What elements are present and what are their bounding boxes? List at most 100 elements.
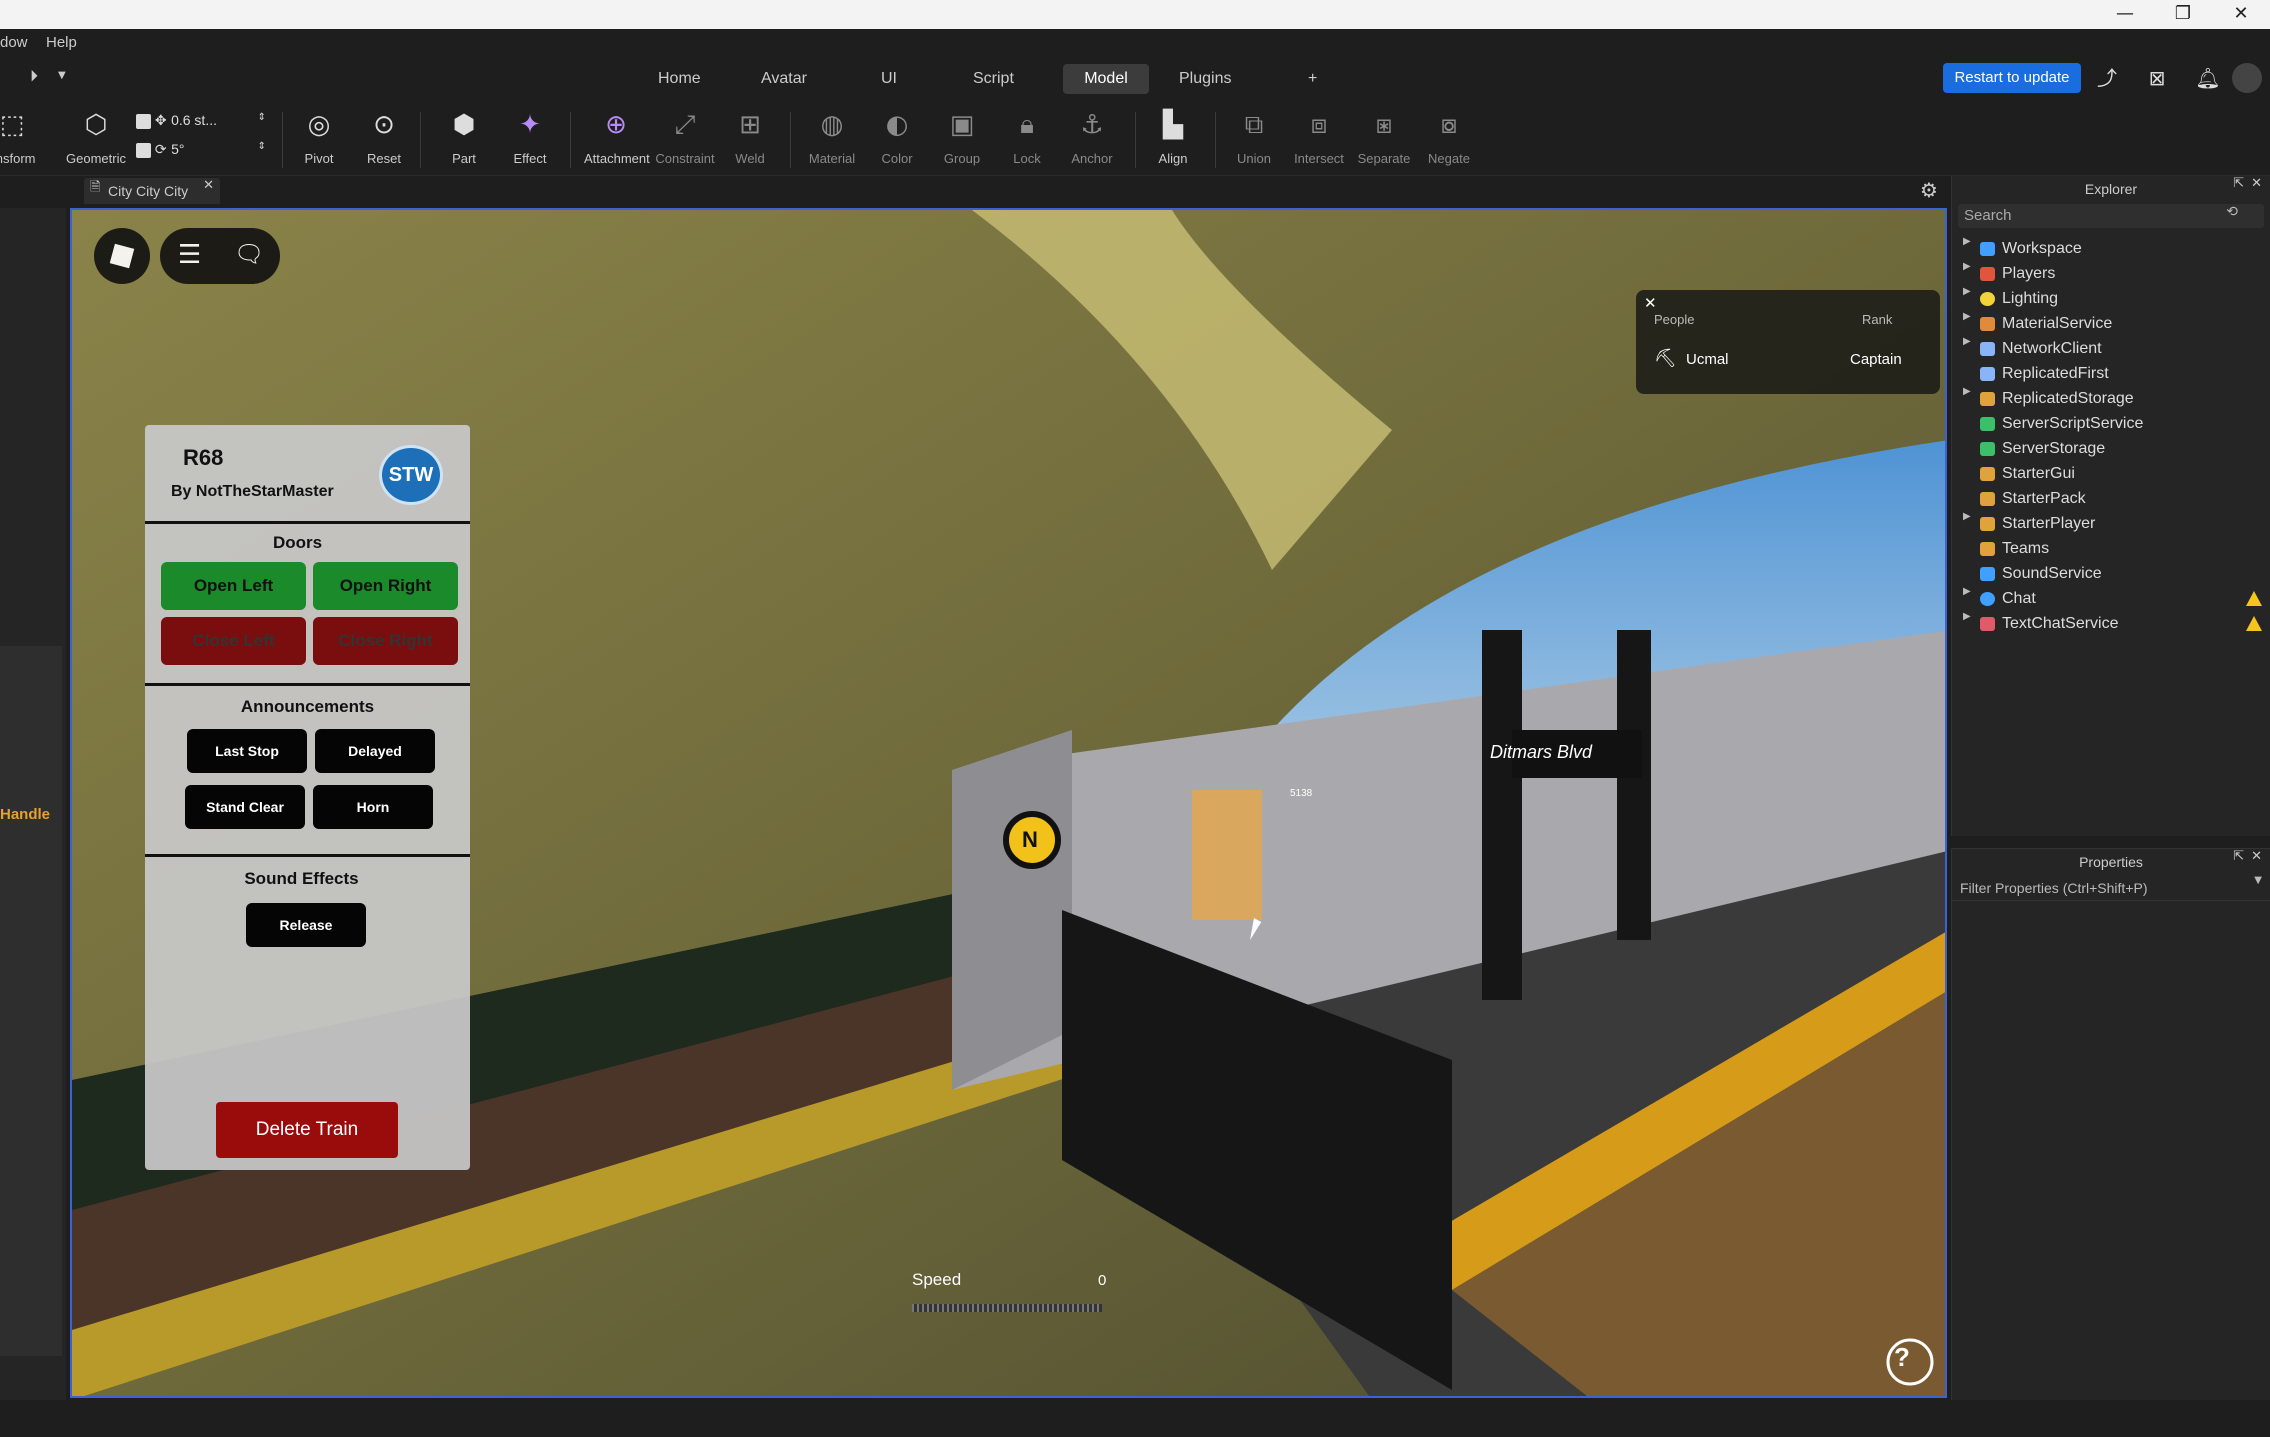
- tab-avatar[interactable]: Avatar: [747, 64, 821, 94]
- document-icon: 🗎︎: [90, 180, 101, 195]
- close-right-button[interactable]: Close Right: [313, 617, 458, 665]
- tab-script[interactable]: Script: [959, 64, 1028, 94]
- part-tool[interactable]: ⬢ Part: [432, 108, 496, 166]
- tab-model[interactable]: Model: [1063, 64, 1149, 94]
- tree-item-starterpack[interactable]: StarterPack: [1952, 486, 2270, 511]
- material-tool[interactable]: ◍ Material: [800, 108, 864, 166]
- last-stop-button[interactable]: Last Stop: [187, 729, 307, 773]
- tree-item-players[interactable]: ▶ Players: [1952, 261, 2270, 286]
- close-left-button[interactable]: Close Left: [161, 617, 306, 665]
- separate-tool[interactable]: ⧆ Separate: [1352, 108, 1416, 166]
- tree-item-teams[interactable]: Teams: [1952, 536, 2270, 561]
- close-icon[interactable]: ✕: [2251, 176, 2262, 191]
- tree-item-soundservice[interactable]: SoundService: [1952, 561, 2270, 586]
- anchor-tool[interactable]: ⚓︎ Anchor: [1060, 108, 1124, 166]
- open-left-button[interactable]: Open Left: [161, 562, 306, 610]
- tree-item-workspace[interactable]: ▶ Workspace: [1952, 236, 2270, 261]
- expand-icon[interactable]: ▶: [1963, 511, 1971, 522]
- tree-item-lighting[interactable]: ▶ Lighting: [1952, 286, 2270, 311]
- delete-train-button[interactable]: Delete Train: [216, 1102, 398, 1158]
- color-tool[interactable]: ◐ Color: [865, 108, 929, 166]
- document-tab[interactable]: 🗎︎ City City City ✕: [84, 178, 220, 204]
- transform-tool[interactable]: ⬚ansform: [0, 108, 44, 166]
- share-icon[interactable]: ⤴: [2092, 63, 2122, 93]
- maximize-icon[interactable]: ❐: [2154, 0, 2212, 29]
- leaderboard-player-name[interactable]: Ucmal: [1686, 351, 1729, 368]
- tree-item-replicatedstorage[interactable]: ▶ ReplicatedStorage: [1952, 386, 2270, 411]
- expand-icon[interactable]: ▶: [1963, 386, 1971, 397]
- open-right-button[interactable]: Open Right: [313, 562, 458, 610]
- stepper-icon[interactable]: ⇕: [258, 141, 266, 152]
- tree-item-textchatservice[interactable]: ▶ TextChatService: [1952, 611, 2270, 636]
- restart-to-update-button[interactable]: Restart to update: [1943, 63, 2081, 93]
- tree-item-chat[interactable]: ▶ Chat: [1952, 586, 2270, 611]
- close-tab-icon[interactable]: ✕: [203, 178, 214, 193]
- tab-ui[interactable]: UI: [867, 64, 911, 94]
- history-icon[interactable]: ⟲: [2226, 204, 2238, 220]
- tree-item-replicatedfirst[interactable]: ReplicatedFirst: [1952, 361, 2270, 386]
- delayed-button[interactable]: Delayed: [315, 729, 435, 773]
- pivot-tool[interactable]: ◎ Pivot: [287, 108, 351, 166]
- explorer-search-input[interactable]: Search ⟲ ···: [1958, 204, 2264, 228]
- expand-icon[interactable]: ▶: [1963, 261, 1971, 272]
- announcements-title: Announcements: [240, 697, 375, 716]
- hamburger-icon[interactable]: ☰: [178, 240, 201, 270]
- chevron-down-icon[interactable]: ▼: [2254, 875, 2262, 886]
- tree-item-startergui[interactable]: StarterGui: [1952, 461, 2270, 486]
- rotate-step-checkbox[interactable]: [136, 142, 151, 158]
- expand-icon[interactable]: ▶: [1963, 311, 1971, 322]
- stand-clear-button[interactable]: Stand Clear: [185, 785, 305, 829]
- help-icon[interactable]: ?: [1894, 1342, 1910, 1373]
- tree-item-starterplayer[interactable]: ▶ StarterPlayer: [1952, 511, 2270, 536]
- networkclient-icon: [1980, 342, 1995, 356]
- tab-plugins[interactable]: Plugins: [1165, 64, 1245, 94]
- properties-filter-input[interactable]: Filter Properties (Ctrl+Shift+P) ▼: [1952, 875, 2270, 901]
- tree-item-serverstorage[interactable]: ServerStorage: [1952, 436, 2270, 461]
- move-step-checkbox[interactable]: [136, 113, 151, 129]
- menu-window[interactable]: dow: [0, 34, 28, 51]
- release-button[interactable]: Release: [246, 903, 366, 947]
- reset-tool[interactable]: ⊙ Reset: [352, 108, 416, 166]
- expand-icon[interactable]: ▶: [1963, 336, 1971, 347]
- geometric-tool[interactable]: ⬡ Geometric: [64, 108, 128, 166]
- status-bar: [0, 1400, 2270, 1437]
- expand-icon[interactable]: ▶: [1963, 236, 1971, 247]
- align-tool[interactable]: ▙ Align: [1141, 108, 1205, 166]
- tab-home[interactable]: Home: [644, 64, 715, 94]
- tree-item-materialservice[interactable]: ▶ MaterialService: [1952, 311, 2270, 336]
- rotate-step-field[interactable]: ⟳ 5° ⇕: [136, 141, 266, 163]
- play-dropdown-icon[interactable]: ▼: [58, 70, 66, 81]
- negate-tool[interactable]: ⧇ Negate: [1417, 108, 1481, 166]
- avatar[interactable]: [2232, 63, 2262, 93]
- menu-help[interactable]: Help: [46, 34, 77, 51]
- constraint-tool[interactable]: ⤢ Constraint: [653, 108, 717, 166]
- close-leaderboard-icon[interactable]: ✕: [1644, 294, 1657, 312]
- roblox-menu-button[interactable]: [94, 228, 150, 284]
- undock-icon[interactable]: ⇱: [2233, 176, 2244, 191]
- minimize-icon[interactable]: —: [2096, 0, 2154, 29]
- tree-item-serverscriptservice[interactable]: ServerScriptService: [1952, 411, 2270, 436]
- undock-icon[interactable]: ⇱: [2233, 849, 2244, 864]
- lock-tool[interactable]: 🔒︎ Lock: [995, 108, 1059, 166]
- attachment-tool[interactable]: ⊕ Attachment: [584, 108, 650, 166]
- collaborate-icon[interactable]: ⊠: [2142, 63, 2172, 93]
- chat-icon[interactable]: 🗨︎: [234, 240, 264, 268]
- stepper-icon[interactable]: ⇕: [258, 112, 266, 123]
- intersect-tool[interactable]: ⧈ Intersect: [1287, 108, 1351, 166]
- viewport-settings-icon[interactable]: ⚙: [1920, 178, 1938, 202]
- expand-icon[interactable]: ▶: [1963, 586, 1971, 597]
- close-icon[interactable]: ✕: [2251, 849, 2262, 864]
- horn-button[interactable]: Horn: [313, 785, 433, 829]
- notifications-icon[interactable]: 🔔︎: [2193, 63, 2223, 93]
- union-tool[interactable]: ⧉ Union: [1222, 108, 1286, 166]
- move-step-field[interactable]: ✥ 0.6 st... ⇕: [136, 112, 266, 134]
- play-icon[interactable]: ⏵: [30, 66, 38, 86]
- group-tool[interactable]: ▣ Group: [930, 108, 994, 166]
- close-icon[interactable]: ✕: [2212, 0, 2270, 29]
- effect-tool[interactable]: ✦ Effect: [498, 108, 562, 166]
- tree-item-networkclient[interactable]: ▶ NetworkClient: [1952, 336, 2270, 361]
- expand-icon[interactable]: ▶: [1963, 286, 1971, 297]
- expand-icon[interactable]: ▶: [1963, 611, 1971, 622]
- weld-tool[interactable]: ⊞ Weld: [718, 108, 782, 166]
- add-tab-button[interactable]: +: [1294, 64, 1331, 94]
